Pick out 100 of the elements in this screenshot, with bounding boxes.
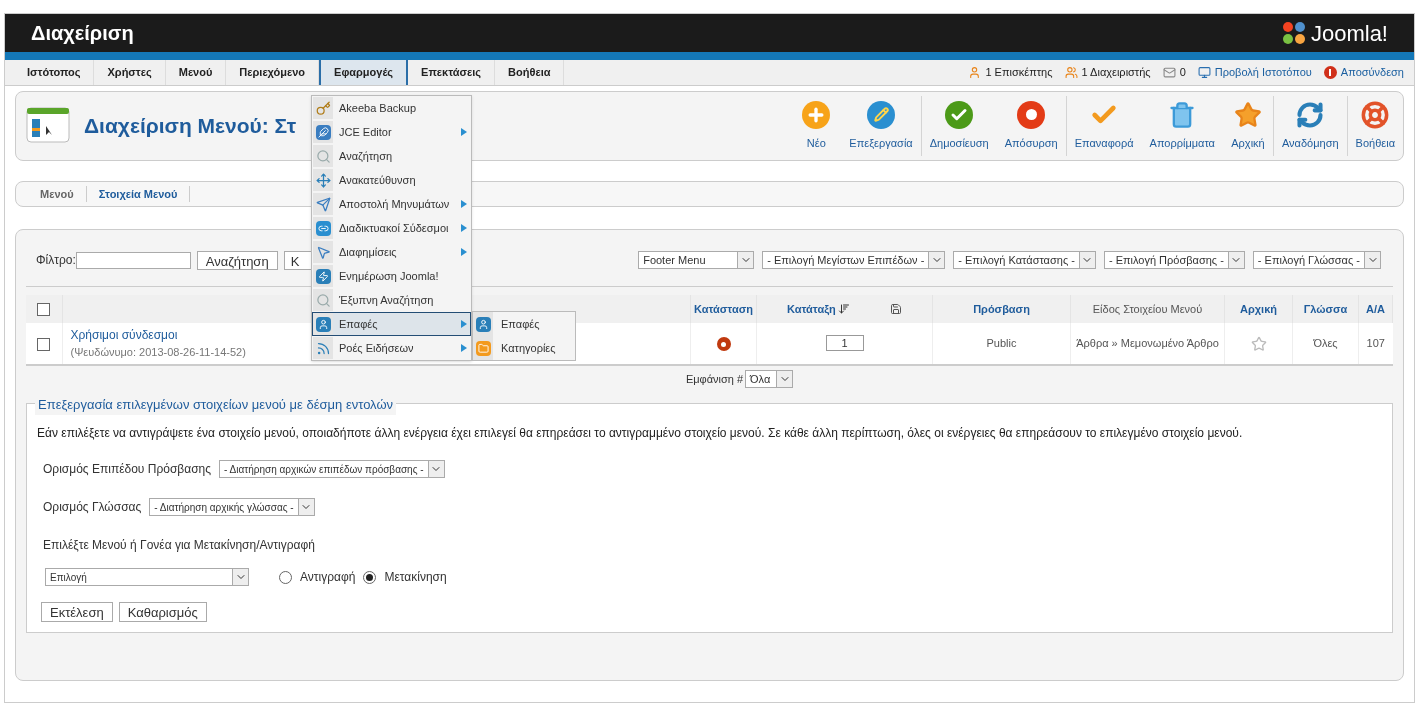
filter-select[interactable]: - Επιλογή Κατάστασης - [953, 251, 1096, 269]
submenu-item[interactable]: Επαφές [473, 312, 575, 336]
toolbar-button[interactable]: Απορρίμματα [1141, 96, 1223, 156]
star-icon [1234, 100, 1262, 129]
toolbar-button[interactable]: Επεξεργασία [841, 96, 921, 156]
toolbar-button[interactable]: Νέο [791, 96, 842, 156]
feather-icon [315, 124, 331, 140]
order-field[interactable]: 1 [825, 335, 864, 352]
batch-note: Εάν επιλέξετε να αντιγράψετε ένα στοιχείο μενού, οποιαδήποτε άλλη ενέργεια έχει επιλεγεί θα επηρεάσει το αντιγραμμένο στοιχείο μενού. Σε κάθε άλλη περίπτωση, όλες οι ενέργειες θα επηρεάσουν το επιλεγμένο στοιχείο μενού. [37, 425, 1244, 442]
search-button[interactable]: Αναζήτηση [196, 250, 278, 270]
access-text: Public [986, 337, 1017, 350]
folder-icon [475, 340, 491, 356]
pointer-icon [315, 244, 331, 260]
filter-select[interactable]: Footer Menu [638, 251, 755, 269]
menu-manager-icon [26, 106, 70, 146]
refresh-icon [1296, 100, 1325, 129]
check-icon [945, 100, 974, 129]
users-icon [1064, 66, 1078, 79]
status-text: 0 [1179, 65, 1186, 81]
batch-button[interactable]: Καθαρισμός [118, 602, 207, 622]
submenu-link[interactable]: Μενού [28, 185, 87, 203]
save-icon[interactable] [890, 303, 902, 315]
id-text: 107 [1366, 337, 1385, 350]
menu-select[interactable]: Επιλογή [45, 568, 249, 586]
column-header: Είδος Στοιχείου Μενού [1092, 302, 1203, 315]
key-icon [315, 100, 331, 116]
radio-button[interactable] [363, 570, 377, 584]
item-title-link[interactable]: Χρήσιμοι σύνδεσμοι [70, 328, 178, 343]
status-toggle[interactable] [716, 337, 731, 352]
submenu-arrow-icon [461, 200, 467, 208]
access-select[interactable]: - Διατήρηση αρχικών επιπέδων πρόσβασης - [219, 460, 445, 478]
status-text: 1 Διαχειριστής [1081, 65, 1151, 81]
filter-select[interactable]: - Επιλογή Μεγίστων Επιπέδων - [762, 251, 946, 269]
toolbar-button[interactable]: Βοήθεια [1347, 96, 1403, 156]
menu-item[interactable]: Ενημέρωση Joomla! [312, 264, 471, 288]
user-icon [968, 66, 982, 79]
link-icon [315, 220, 331, 236]
toolbar-button[interactable]: Αναδόμηση [1274, 96, 1347, 156]
search-icon [315, 148, 331, 164]
toolbar-button[interactable]: Αρχική [1223, 96, 1273, 156]
home-star-icon[interactable] [1250, 336, 1267, 353]
column-header[interactable]: Γλώσσα [1303, 302, 1348, 315]
toolbar-button[interactable]: Απόσυρση [996, 96, 1066, 156]
filter-label: Φίλτρο: [36, 252, 76, 269]
radio-label: Αντιγραφή [300, 569, 356, 586]
nav-tab[interactable]: Χρήστες [94, 60, 166, 85]
column-header[interactable]: Κατάταξη [787, 300, 836, 318]
plus-icon [802, 100, 831, 129]
sort-icon [837, 303, 850, 315]
contact-card-icon [315, 316, 331, 332]
submenu-arrow-icon [461, 224, 467, 232]
type-text: Άρθρα » Μεμονωμένο Άρθρο [1076, 337, 1219, 350]
column-header[interactable]: Α/Α [1366, 302, 1385, 315]
menu-item[interactable]: Ροές Ειδήσεων [312, 336, 471, 360]
nav-tab[interactable]: Βοήθεια [495, 60, 565, 85]
column-header[interactable]: Αρχική [1240, 302, 1277, 315]
nav-tab[interactable]: Επεκτάσεις [408, 60, 496, 85]
menu-item[interactable]: JCE Editor [312, 120, 471, 144]
alias-text: (Ψευδώνυμο: 2013-08-26-11-14-52) [70, 346, 246, 359]
limit-select[interactable]: Όλα [745, 370, 794, 388]
submenu-arrow-icon [461, 248, 467, 256]
submenu-arrow-icon [461, 344, 467, 352]
nav-tab[interactable]: Μενού [165, 60, 227, 85]
menu-item[interactable]: Ανακατεύθυνση [312, 168, 471, 192]
menu-item[interactable]: Αναζήτηση [312, 144, 471, 168]
menu-item[interactable]: Αποστολή Μηνυμάτων [312, 192, 471, 216]
language-text: Όλες [1313, 337, 1338, 350]
submenu-arrow-icon [461, 128, 467, 136]
filter-select[interactable]: - Επιλογή Γλώσσας - [1252, 251, 1381, 269]
submenu-item[interactable]: Κατηγορίες [473, 336, 575, 360]
nav-tab[interactable]: Ιστότοπος [14, 60, 95, 85]
radio-button[interactable] [279, 570, 292, 584]
header-title: Διαχείριση [31, 21, 134, 46]
pagination-label: Εμφάνιση # [685, 371, 744, 387]
select-all-checkbox[interactable] [37, 303, 51, 317]
menu-item[interactable]: Έξυπνη Αναζήτηση [312, 288, 471, 312]
language-label: Ορισμός Γλώσσας [43, 499, 142, 516]
pencil-icon [867, 100, 895, 129]
status-text[interactable]: Προβολή Ιστοτόπου [1214, 64, 1312, 81]
filter-select[interactable]: - Επιλογή Πρόσβασης - [1103, 251, 1245, 269]
toolbar-button[interactable]: Δημοσίευση [921, 96, 997, 156]
submenu-link[interactable]: Στοιχεία Μενού [86, 185, 191, 203]
toolbar-button[interactable]: Επαναφορά [1066, 96, 1142, 156]
submenu-arrow-icon [461, 320, 467, 328]
row-checkbox[interactable] [37, 337, 51, 351]
menu-item[interactable]: Akeeba Backup [312, 96, 471, 120]
menu-item[interactable]: Διαδικτυακοί Σύδεσμοι [312, 216, 471, 240]
language-select[interactable]: - Διατήρηση αρχικής γλώσσας - [149, 498, 315, 516]
batch-button[interactable]: Εκτέλεση [41, 602, 113, 622]
nav-tab[interactable]: Εφαρμογές [319, 60, 409, 85]
status-text[interactable]: Αποσύνδεση [1340, 64, 1404, 81]
page-title: Διαχείριση Μενού: Στ [84, 113, 297, 140]
clear-button[interactable]: Κ [283, 250, 314, 270]
menu-item[interactable]: Διαφημίσεις [312, 240, 471, 264]
menu-item[interactable]: Επαφές [312, 312, 471, 336]
contact-card-icon [475, 316, 491, 332]
column-header[interactable]: Πρόσβαση [973, 302, 1030, 315]
filter-field[interactable] [75, 251, 191, 269]
column-header[interactable]: Κατάσταση [694, 302, 753, 315]
radio-label: Μετακίνηση [384, 569, 447, 586]
